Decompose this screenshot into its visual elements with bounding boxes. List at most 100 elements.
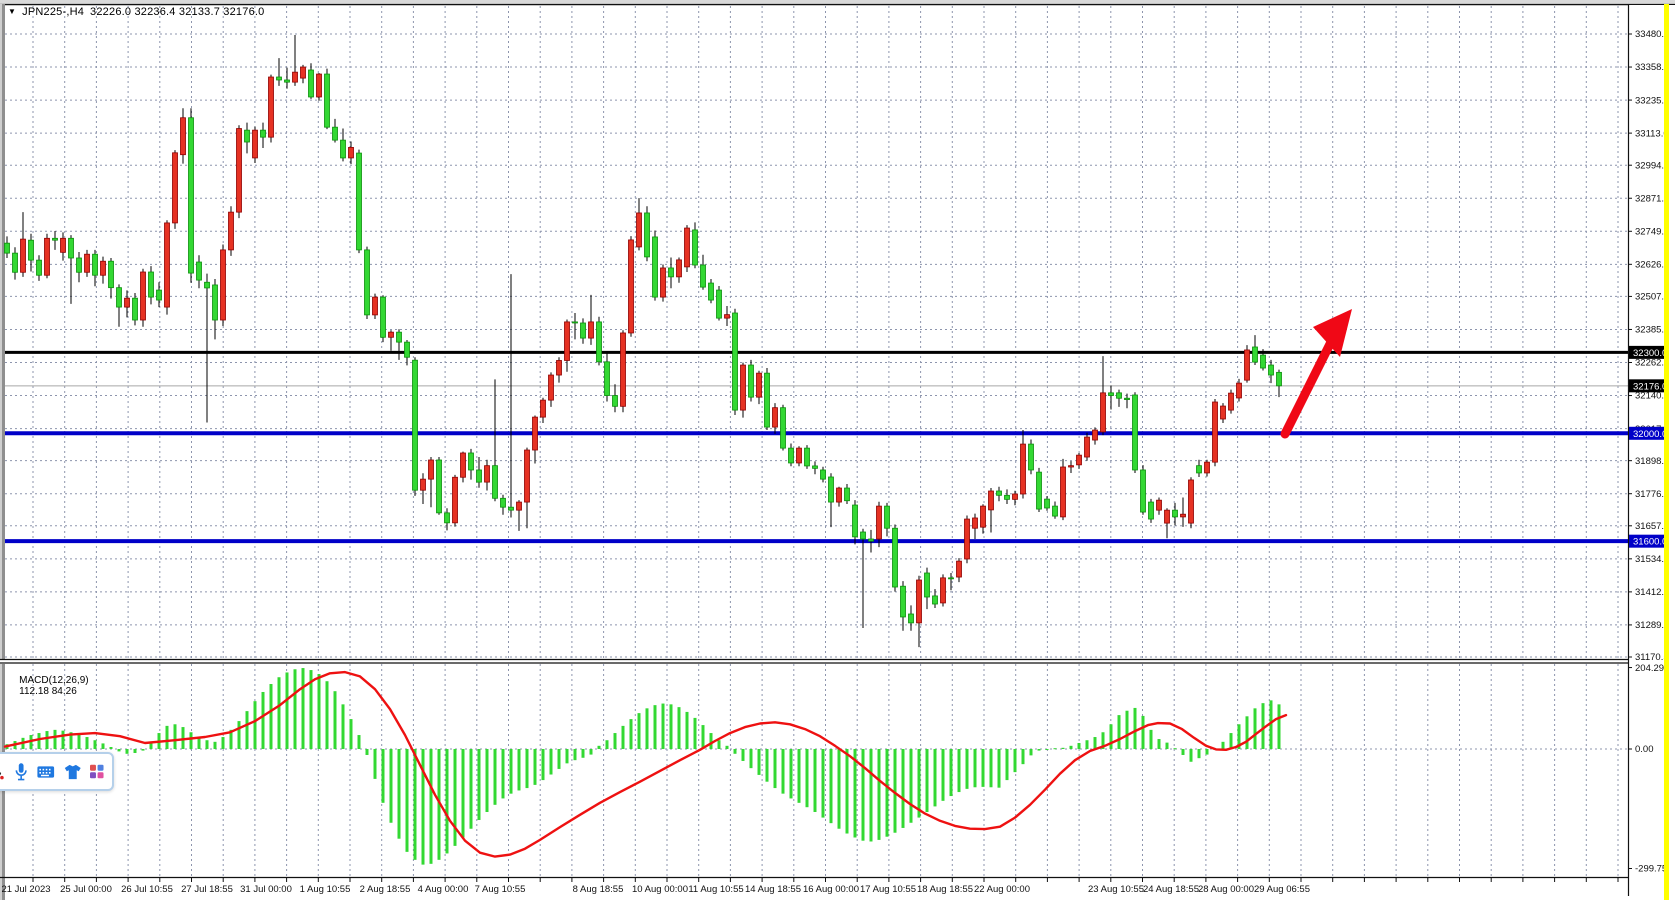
candle-body (773, 408, 778, 427)
macd-bar (702, 725, 705, 749)
trading-terminal-window: 33480.533358.033235.533113.032994.032871… (0, 0, 1675, 900)
candle-body (845, 488, 850, 501)
macd-bar (878, 749, 881, 840)
candle-body (277, 77, 282, 80)
svg-text:204.29: 204.29 (1635, 663, 1664, 674)
candle-body (1117, 393, 1122, 398)
candle-body (933, 596, 938, 604)
symbol-dropdown-icon[interactable]: ▼ (8, 7, 16, 16)
grid-icon[interactable] (90, 763, 104, 780)
candle-body (813, 466, 818, 468)
time-label: 10 Aug 00:00 (632, 884, 688, 895)
macd-bar (958, 749, 961, 792)
candle-body (269, 77, 274, 137)
candle-body (221, 250, 226, 320)
macd-bar (574, 749, 577, 760)
time-label: 26 Jul 10:55 (121, 884, 173, 895)
macd-bar (134, 749, 137, 753)
macd-bar (694, 718, 697, 749)
candle-body (405, 342, 410, 357)
macd-bar (334, 691, 337, 749)
macd-bar (622, 726, 625, 749)
overlay-toolbar[interactable] (0, 752, 114, 791)
candle-body (781, 408, 786, 448)
candle-body (165, 223, 170, 307)
time-label: 21 Jul 2023 (1, 884, 50, 895)
macd-bar (670, 704, 673, 749)
macd-bar (766, 749, 769, 782)
candle-body (477, 470, 482, 482)
macd-bar (1166, 743, 1169, 749)
keyboard-icon[interactable] (37, 764, 55, 780)
macd-bar (46, 731, 49, 749)
candle-body (149, 272, 154, 297)
candle-body (669, 268, 674, 277)
macd-bar (742, 749, 745, 761)
macd-bar (446, 749, 449, 853)
macd-bar (430, 749, 433, 864)
candle-body (13, 253, 18, 272)
candle-body (181, 118, 186, 155)
candle-body (829, 477, 834, 502)
macd-bar (1246, 716, 1249, 749)
time-label: 16 Aug 00:00 (803, 884, 859, 895)
macd-bar (38, 733, 41, 749)
microphone-icon[interactable] (14, 760, 28, 784)
macd-bar (630, 719, 633, 749)
macd-bar (918, 749, 921, 818)
price-badge: 32300.0 (1629, 346, 1667, 359)
candle-body (941, 578, 946, 603)
macd-bar (262, 692, 265, 749)
candle-body (1213, 402, 1218, 462)
symbol-info[interactable]: ▼ JPN225-,H4 32226.0 32236.4 32133.7 321… (8, 6, 264, 18)
candle-body (381, 297, 386, 337)
candle-body (909, 614, 914, 623)
macd-bar (950, 749, 953, 796)
candle-body (469, 453, 474, 470)
candle-body (573, 322, 578, 323)
candle-body (101, 261, 106, 275)
candle-body (285, 80, 290, 82)
shirt-icon[interactable] (64, 762, 82, 782)
candle-body (349, 147, 354, 158)
candle-body (1085, 437, 1090, 457)
candle-body (509, 507, 514, 510)
candle-body (301, 67, 306, 78)
candle-body (789, 448, 794, 463)
candle-body (973, 518, 978, 528)
macd-bar (638, 713, 641, 749)
macd-bar (862, 749, 865, 841)
pen-icon[interactable] (0, 761, 5, 783)
macd-bar (814, 749, 817, 812)
candle-body (453, 477, 458, 523)
macd-bar (350, 719, 353, 749)
candle-body (1149, 502, 1154, 519)
candle-body (981, 506, 986, 527)
svg-text:-299.75: -299.75 (1635, 864, 1667, 875)
candle-body (541, 400, 546, 417)
macd-bar (550, 749, 553, 775)
candle-body (885, 506, 890, 528)
candle-body (1157, 500, 1162, 510)
macd-bar (1046, 749, 1049, 750)
candle-body (597, 322, 602, 362)
macd-bar (342, 704, 345, 749)
candle-body (637, 213, 642, 247)
candle-body (125, 298, 130, 307)
candle-body (581, 323, 586, 338)
macd-bar (1062, 748, 1065, 749)
chart-canvas[interactable]: 33480.533358.033235.533113.032994.032871… (0, 0, 1675, 900)
candle-body (917, 580, 922, 623)
macd-bar (534, 749, 537, 785)
svg-text:33113.0: 33113.0 (1635, 128, 1669, 139)
candle-body (1237, 383, 1242, 398)
macd-bar (390, 749, 393, 823)
macd-bar (222, 737, 225, 749)
macd-bar (286, 672, 289, 749)
window-top-edge (0, 0, 1675, 3)
macd-bar (1262, 703, 1265, 749)
macd-bar (982, 749, 985, 787)
candle-body (693, 230, 698, 265)
macd-bar (734, 749, 737, 754)
macd-bar (214, 742, 217, 749)
